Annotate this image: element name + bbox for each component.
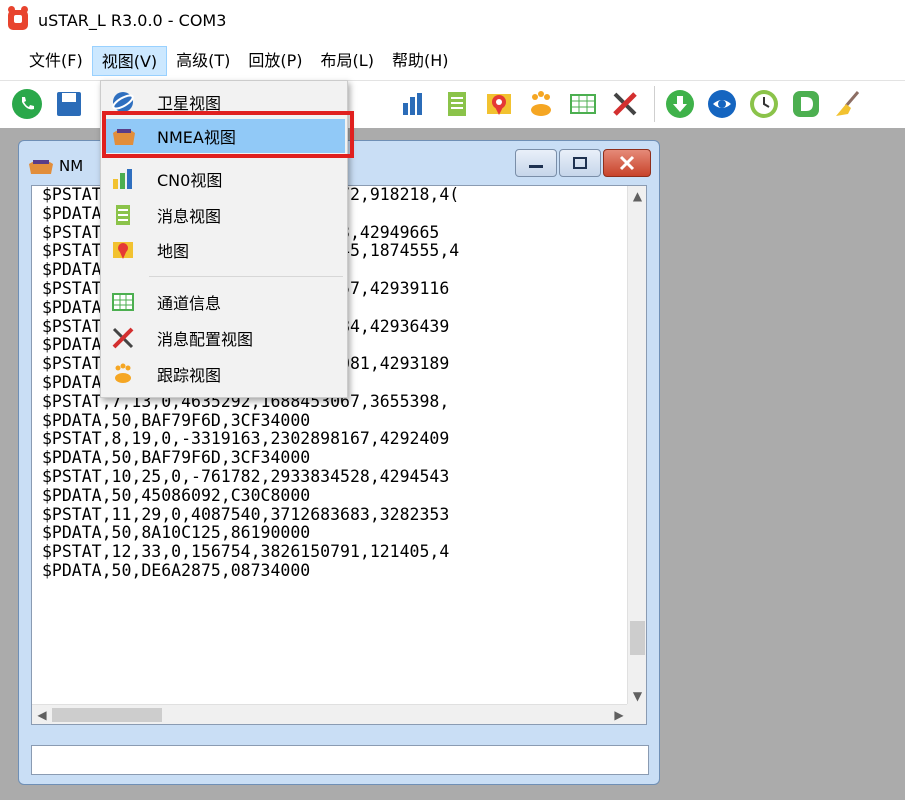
tracking-icon bbox=[111, 362, 135, 386]
horizontal-scroll-thumb[interactable] bbox=[52, 708, 162, 722]
phone-icon[interactable] bbox=[8, 85, 46, 123]
vertical-scroll-thumb[interactable] bbox=[630, 620, 645, 655]
message-list-icon[interactable] bbox=[438, 85, 476, 123]
menu-file[interactable]: 文件(F) bbox=[20, 46, 92, 76]
child-title-text: NM bbox=[59, 157, 84, 175]
map-pin-icon bbox=[111, 238, 135, 262]
log-line: $PSTAT,10,25,0,-761782,2933834528,429454… bbox=[42, 466, 450, 486]
scroll-corner bbox=[627, 704, 646, 724]
clock-icon[interactable] bbox=[745, 85, 783, 123]
menu-item-label: 通道信息 bbox=[157, 294, 222, 313]
save-icon[interactable] bbox=[50, 85, 88, 123]
scroll-left-arrow-icon[interactable]: ◀ bbox=[32, 705, 52, 724]
tracking-icon[interactable] bbox=[522, 85, 560, 123]
channel-table-icon[interactable] bbox=[564, 85, 602, 123]
log-line: $PDATA,50,BAF79F6D,3CF34000 bbox=[42, 410, 311, 430]
menu-item-cn0-view[interactable]: CN0视图 bbox=[103, 162, 345, 196]
vertical-scrollbar[interactable]: ▲ ▼ bbox=[627, 186, 646, 706]
broom-icon[interactable] bbox=[829, 85, 867, 123]
scroll-right-arrow-icon[interactable]: ▶ bbox=[609, 705, 629, 724]
menu-layout[interactable]: 布局(L) bbox=[312, 46, 383, 76]
menu-advanced[interactable]: 高级(T) bbox=[167, 46, 239, 76]
window-title: uSTAR_L R3.0.0 - COM3 bbox=[38, 10, 227, 30]
title-bar: uSTAR_L R3.0.0 - COM3 bbox=[0, 0, 905, 40]
cn0-chart-icon bbox=[111, 167, 135, 191]
menu-item-message-view[interactable]: 消息视图 bbox=[103, 198, 345, 232]
menu-item-label: CN0视图 bbox=[157, 171, 223, 190]
nmea-view-icon bbox=[29, 160, 53, 174]
message-list-icon bbox=[111, 203, 135, 227]
log-line: $PSTAT,11,29,0,4087540,3712683683,328235… bbox=[42, 504, 450, 524]
menu-item-label: 消息配置视图 bbox=[157, 330, 254, 349]
scroll-down-arrow-icon[interactable]: ▼ bbox=[628, 686, 646, 706]
child-window-title: NM bbox=[27, 149, 83, 183]
download-icon[interactable] bbox=[661, 85, 699, 123]
command-input[interactable] bbox=[31, 745, 649, 775]
menu-help[interactable]: 帮助(H) bbox=[383, 46, 458, 76]
minimize-button[interactable] bbox=[515, 149, 557, 177]
menu-item-message-config-view[interactable]: 消息配置视图 bbox=[103, 321, 345, 355]
config-tools-icon[interactable] bbox=[606, 85, 644, 123]
menu-item-channel-info[interactable]: 通道信息 bbox=[103, 285, 345, 319]
scroll-up-arrow-icon[interactable]: ▲ bbox=[628, 186, 646, 206]
log-line: $PDATA,50,45086092,C30C8000 bbox=[42, 485, 311, 505]
log-line: $PDATA,50,BAF79F6D,3CF34000 bbox=[42, 448, 311, 468]
config-tools-icon bbox=[111, 326, 135, 350]
menu-item-map[interactable]: 地图 bbox=[103, 233, 345, 267]
horizontal-scrollbar[interactable]: ◀ ▶ bbox=[32, 704, 629, 724]
log-line: $PDATA,50,DE6A2875,08734000 bbox=[42, 560, 311, 580]
menu-item-label: 消息视图 bbox=[157, 207, 222, 226]
log-line: $PSTAT,8,19,0,-3319163,2302898167,429240… bbox=[42, 429, 450, 449]
cn0-chart-icon[interactable] bbox=[396, 85, 434, 123]
toolbar-separator bbox=[654, 85, 655, 122]
app-logo-icon bbox=[8, 6, 28, 30]
maximize-button[interactable] bbox=[559, 149, 601, 177]
log-line: $PDATA,50,8A10C125,86190000 bbox=[42, 523, 311, 543]
refresh-globe-icon[interactable] bbox=[703, 85, 741, 123]
d-logo-icon[interactable] bbox=[787, 85, 825, 123]
menu-separator bbox=[149, 276, 343, 277]
child-caption-buttons bbox=[515, 149, 651, 177]
highlight-annotation-box bbox=[102, 111, 354, 158]
menu-bar: 文件(F) 视图(V) 高级(T) 回放(P) 布局(L) 帮助(H) bbox=[0, 46, 905, 76]
close-button[interactable] bbox=[603, 149, 651, 177]
menu-item-label: 地图 bbox=[157, 242, 190, 261]
map-pin-icon[interactable] bbox=[480, 85, 518, 123]
menu-item-label: 跟踪视图 bbox=[157, 366, 222, 385]
menu-item-tracking-view[interactable]: 跟踪视图 bbox=[103, 357, 345, 391]
menu-view[interactable]: 视图(V) bbox=[91, 46, 168, 76]
channel-table-icon bbox=[111, 290, 135, 314]
log-line: $PSTAT,12,33,0,156754,3826150791,121405,… bbox=[42, 542, 450, 562]
menu-playback[interactable]: 回放(P) bbox=[239, 46, 311, 76]
